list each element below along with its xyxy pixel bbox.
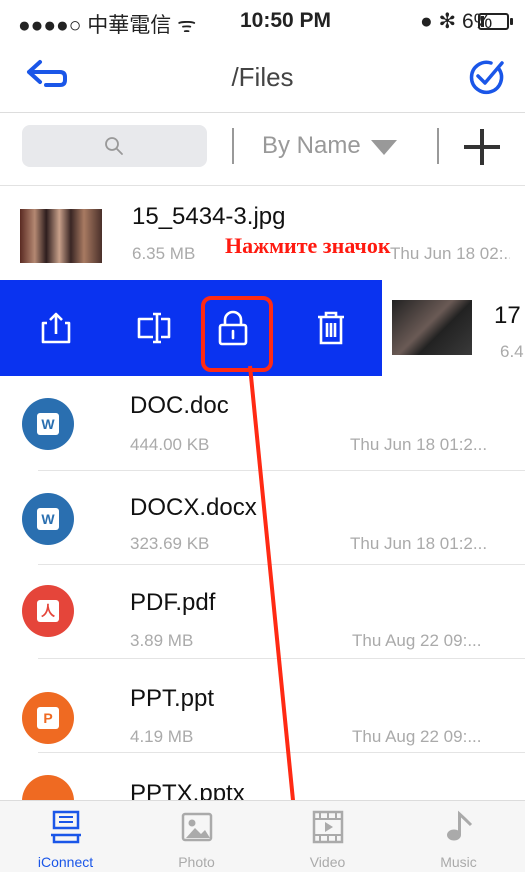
tab-label: Photo (178, 854, 215, 870)
tab-music[interactable]: Music (393, 801, 524, 872)
photo-icon (181, 812, 213, 842)
tab-label: iConnect (37, 854, 94, 870)
tab-bar: iConnect Photo Video Music (0, 800, 525, 872)
tab-photo[interactable]: Photo (131, 801, 262, 872)
video-icon (312, 810, 344, 844)
tab-label: Video (309, 854, 346, 870)
tab-video[interactable]: Video (262, 801, 393, 872)
music-icon (447, 810, 473, 841)
tab-label: Music (440, 854, 477, 870)
iconnect-icon (51, 810, 81, 844)
pointer-line (248, 365, 302, 871)
tab-iconnect[interactable]: iConnect (0, 801, 131, 872)
